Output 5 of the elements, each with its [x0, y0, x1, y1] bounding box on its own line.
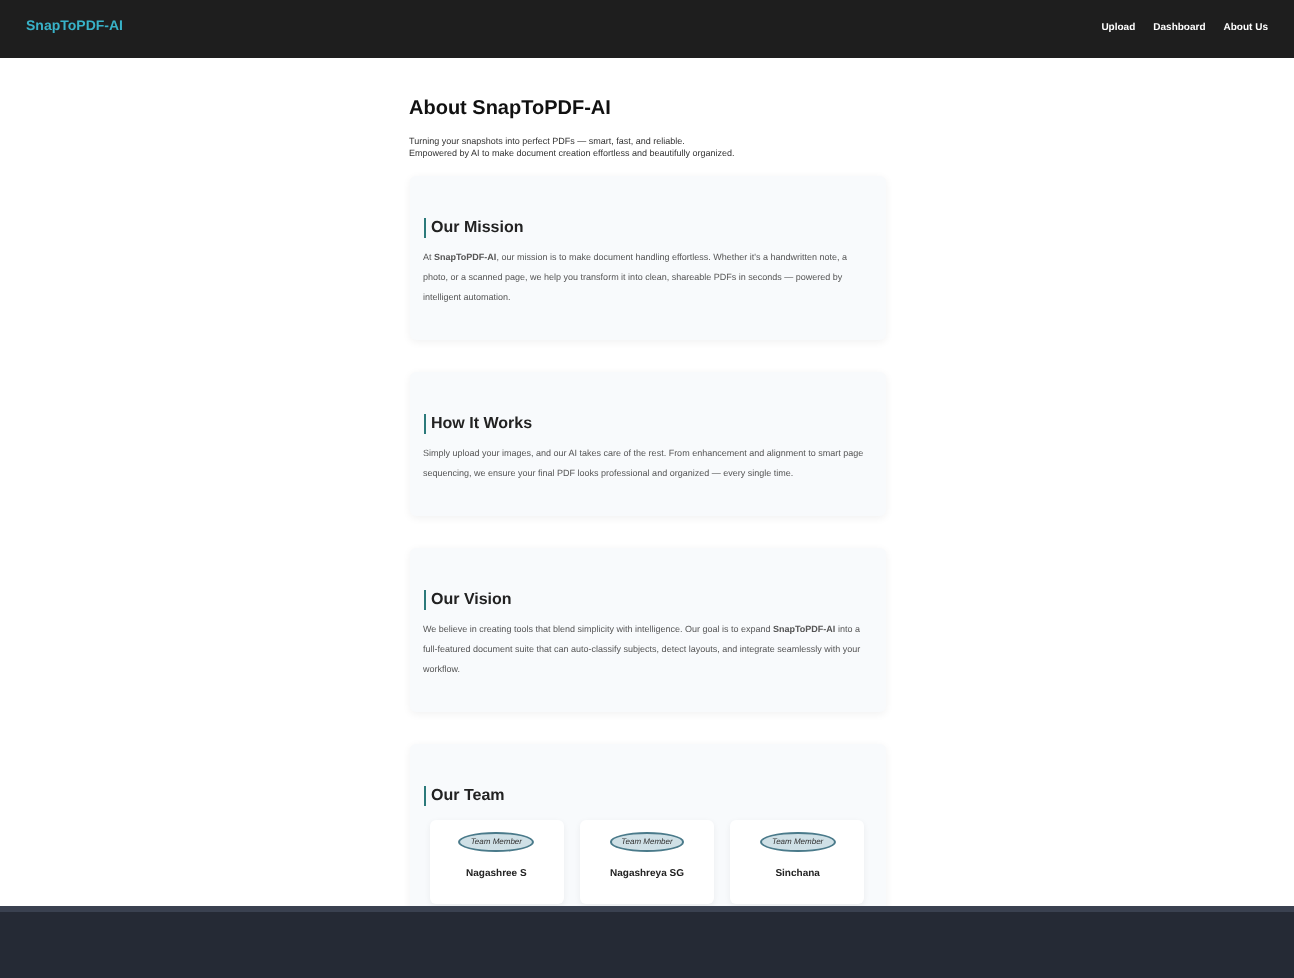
page-title: About SnapToPDF-AI: [409, 96, 613, 124]
section-heading: Our Team: [431, 784, 505, 808]
section-heading: Our Vision: [431, 588, 512, 612]
section-heading: Our Mission: [431, 216, 524, 240]
section-heading: How It Works: [431, 412, 533, 436]
